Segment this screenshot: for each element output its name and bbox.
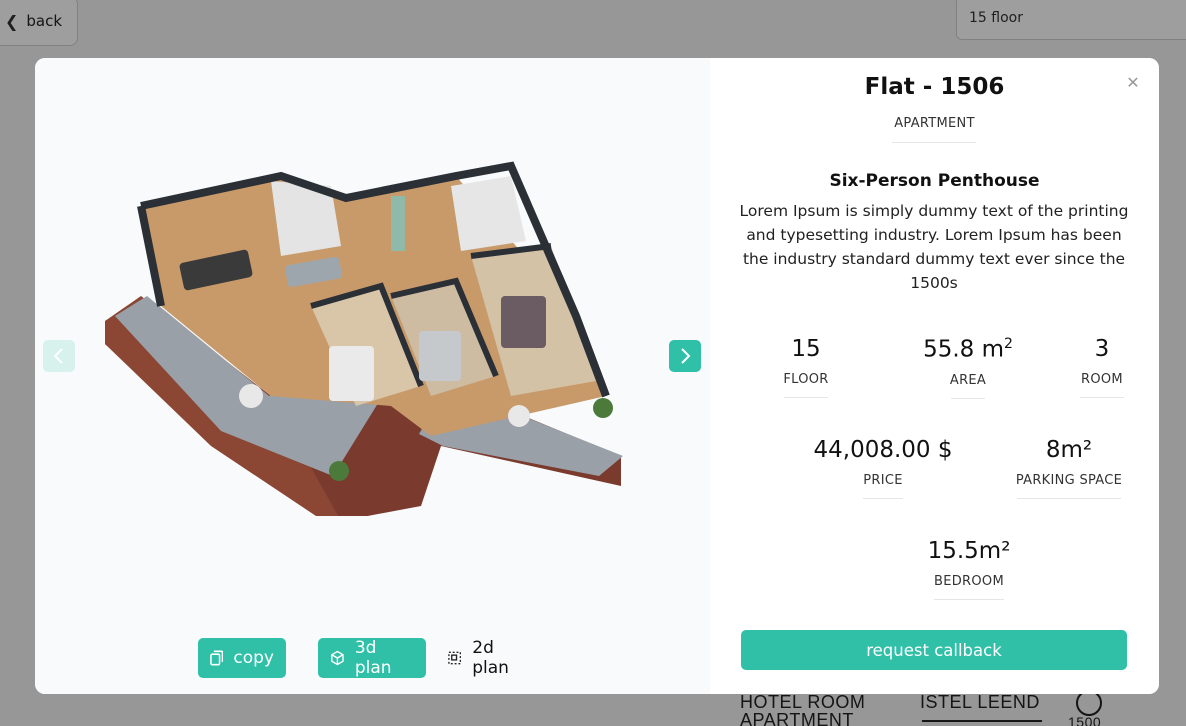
tab-3d-plan-label: 3d plan — [354, 638, 392, 678]
stat-area-superscript: 2 — [1004, 336, 1013, 352]
flat-type-label: APARTMENT — [894, 116, 975, 131]
stat-room-value: 3 — [1094, 336, 1110, 362]
layout-icon — [448, 651, 462, 665]
stat-area-label: AREA — [949, 372, 987, 388]
stat-area: 55.8 m2 AREA — [906, 336, 1030, 399]
flat-description: Lorem Ipsum is simply dummy text of the … — [739, 202, 1129, 292]
divider — [863, 498, 903, 499]
divider — [951, 397, 985, 399]
stat-price-label: PRICE — [863, 473, 903, 488]
flat-info-panel: Flat - 1506 APARTMENT Six-Person Penthou… — [710, 58, 1159, 694]
request-callback-button[interactable]: request callback — [741, 630, 1127, 670]
divider — [1017, 498, 1121, 499]
close-icon[interactable]: ✕ — [1123, 72, 1143, 92]
stat-price-value: 44,008.00 $ — [813, 437, 953, 463]
tab-2d-plan-label: 2d plan — [472, 638, 509, 678]
stat-room-label: ROOM — [1081, 372, 1123, 387]
stat-parking-label: PARKING SPACE — [1015, 473, 1123, 488]
cube-icon — [331, 650, 344, 666]
copy-icon — [210, 650, 224, 666]
stat-parking-value: 8m² — [1045, 437, 1093, 463]
divider — [784, 397, 828, 398]
plan-viewer: copy 3d plan 2d plan — [35, 58, 710, 694]
flat-title: Flat - 1506 — [864, 74, 1005, 100]
tab-2d-plan[interactable]: 2d plan — [435, 638, 545, 678]
divider — [1080, 397, 1124, 398]
stat-bedroom-value: 15.5m² — [927, 538, 1011, 564]
flat-details-modal: copy 3d plan 2d plan Flat - 1506 APARTME… — [35, 58, 1159, 694]
next-image-button[interactable] — [669, 340, 701, 372]
previous-image-button[interactable] — [43, 340, 75, 372]
stat-bedroom: 15.5m² BEDROOM — [894, 538, 1044, 600]
divider — [892, 142, 976, 143]
stat-bedroom-label: BEDROOM — [934, 574, 1004, 589]
view-mode-tabs: copy 3d plan 2d plan — [35, 638, 710, 678]
stat-price: 44,008.00 $ PRICE — [798, 437, 968, 499]
floor-plan-3d-image — [105, 161, 623, 516]
copy-label: copy — [233, 648, 274, 668]
copy-button[interactable]: copy — [198, 638, 286, 678]
stat-area-value: 55.8 m2 — [906, 336, 1030, 363]
chevron-right-icon — [681, 348, 691, 364]
stat-floor: 15 FLOOR — [766, 336, 846, 398]
stat-room: 3 ROOM — [1062, 336, 1142, 398]
chevron-left-icon — [53, 348, 63, 364]
stat-floor-value: 15 — [791, 336, 821, 362]
divider — [934, 599, 1004, 600]
stat-area-number: 55.8 m — [923, 336, 1004, 363]
stat-parking: 8m² PARKING SPACE — [1002, 437, 1136, 499]
flat-headline: Six-Person Penthouse — [829, 171, 1040, 191]
stat-floor-label: FLOOR — [783, 372, 829, 387]
tab-3d-plan[interactable]: 3d plan — [318, 638, 426, 678]
